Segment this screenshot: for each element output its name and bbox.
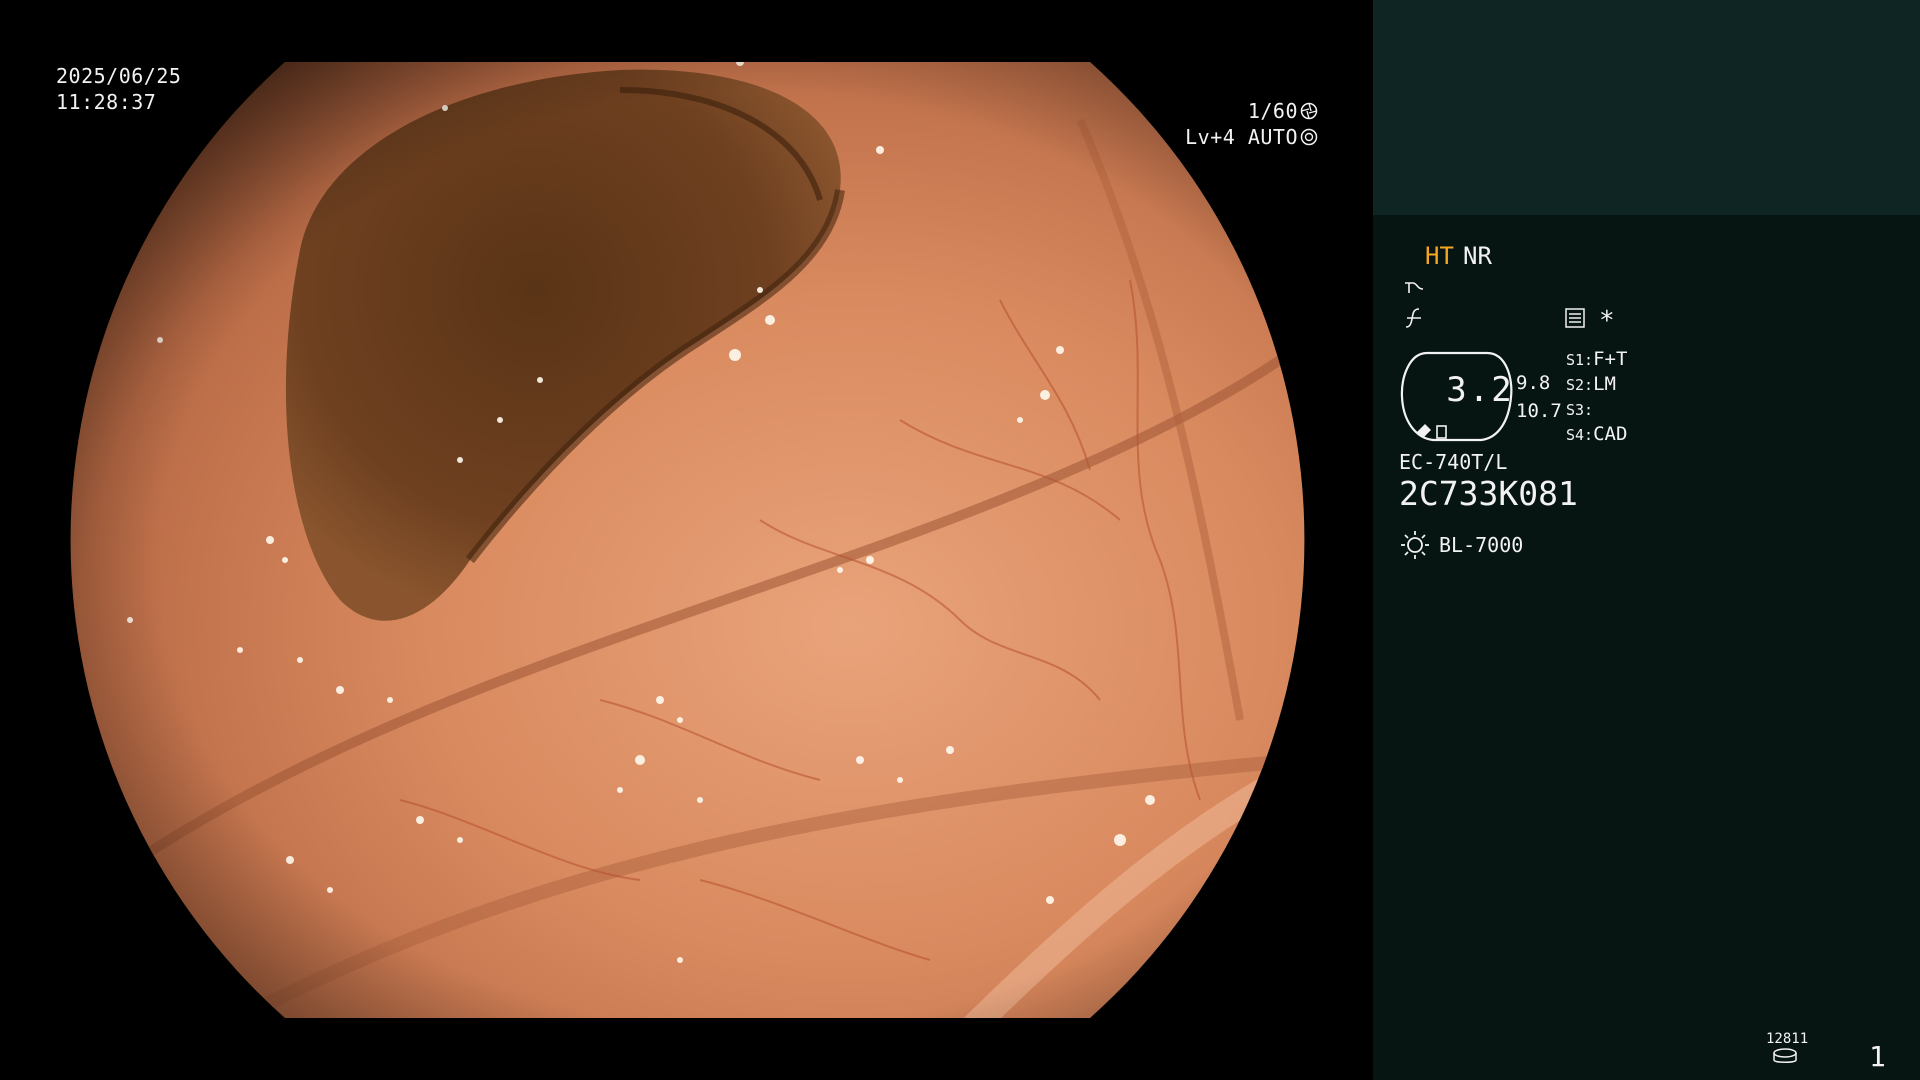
light-source-icon xyxy=(1401,531,1429,559)
exposure-level: Lv+4 AUTO xyxy=(1185,125,1298,149)
switch-key: S4: xyxy=(1566,426,1594,444)
info-panel: HT NR * 3.2 9.8 10.7 S1:F+T S2:LM S3: S4… xyxy=(1373,0,1920,1080)
scope-model: EC-740T/L xyxy=(1399,450,1508,474)
info-panel-header-area xyxy=(1373,0,1920,215)
scope-serial: 2C733K081 xyxy=(1399,474,1578,513)
switch-value: F+T xyxy=(1593,348,1628,370)
zoom-side-value-2: 10.7 xyxy=(1516,400,1562,422)
page-number: 1 xyxy=(1869,1040,1886,1073)
aperture-icon xyxy=(1300,102,1318,120)
light-source-model: BL-7000 xyxy=(1439,533,1524,557)
switch-3: S3: xyxy=(1566,398,1593,420)
switch-1: S1:F+T xyxy=(1566,348,1627,370)
enhancement-curve-icon xyxy=(1405,282,1424,293)
endoscopic-image xyxy=(0,0,1373,1080)
nr-indicator: NR xyxy=(1463,242,1492,270)
zoom-side-value-1: 9.8 xyxy=(1516,372,1551,394)
switch-key: S1: xyxy=(1566,351,1594,369)
document-icon xyxy=(1565,308,1585,328)
switch-value: CAD xyxy=(1593,423,1628,445)
capture-datetime: 2025/06/25 11:28:37 xyxy=(56,63,181,115)
storage-icon xyxy=(1773,1048,1797,1063)
exposure-readout: 1/60 Lv+4 AUTO xyxy=(1018,98,1318,150)
switch-key: S3: xyxy=(1566,401,1594,419)
image-counter: 12811 xyxy=(1766,1031,1809,1047)
switch-2: S2:LM xyxy=(1566,373,1616,395)
capture-date: 2025/06/25 xyxy=(56,64,182,88)
iris-icon xyxy=(1300,128,1318,146)
capture-time: 11:28:37 xyxy=(56,90,157,114)
ht-indicator: HT xyxy=(1425,242,1454,270)
switch-value: LM xyxy=(1593,373,1616,395)
switch-4: S4:CAD xyxy=(1566,423,1627,445)
switch-key: S2: xyxy=(1566,376,1594,394)
structure-enhancement-icon xyxy=(1405,308,1421,328)
shutter-speed: 1/60 xyxy=(1247,99,1298,123)
asterisk-indicator: * xyxy=(1599,306,1615,336)
